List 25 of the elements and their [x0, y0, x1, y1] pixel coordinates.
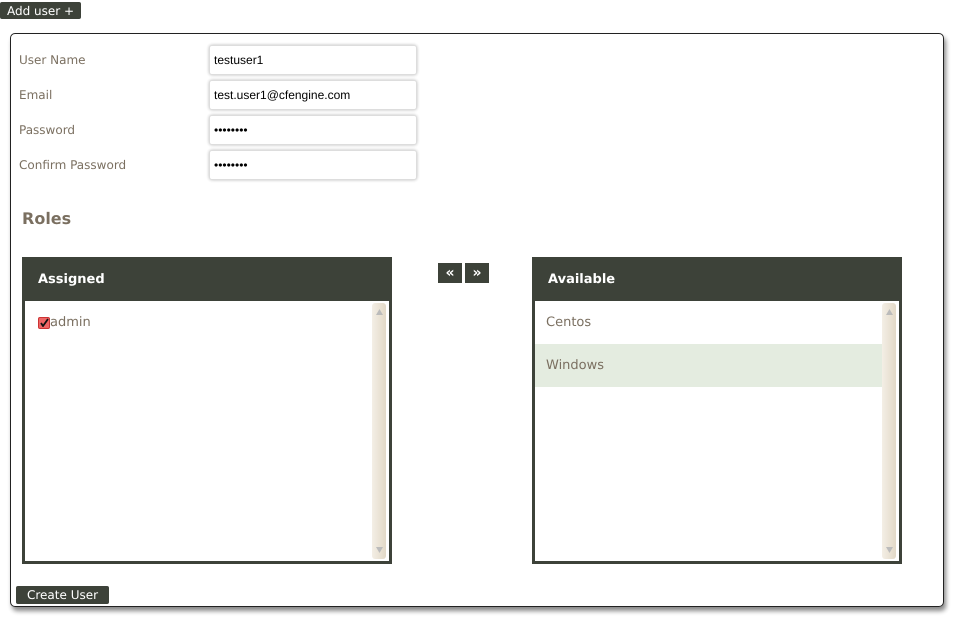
scrollbar[interactable]: [882, 303, 896, 559]
role-item[interactable]: Centos: [535, 301, 882, 344]
scroll-down-icon[interactable]: [886, 547, 892, 553]
add-user-button[interactable]: Add user +: [0, 2, 82, 19]
scroll-up-icon[interactable]: [886, 309, 892, 315]
input-field[interactable]: ••••••••: [209, 114, 417, 144]
field-label: Confirm Password: [19, 158, 128, 172]
section-title: Roles: [22, 209, 72, 229]
field-label: User Name: [19, 52, 87, 66]
role-label: admin: [50, 315, 91, 330]
checkbox[interactable]: [38, 316, 50, 328]
input-field[interactable]: test.user1@cfengine.com: [209, 80, 417, 110]
input-field[interactable]: testuser1: [209, 44, 417, 74]
field-label: Email: [19, 88, 54, 102]
move-button[interactable]: «: [438, 263, 462, 283]
scroll-down-icon[interactable]: [376, 547, 382, 553]
panel-title: Assigned: [37, 270, 106, 288]
role-item[interactable]: Windows: [535, 344, 882, 387]
panel-title: Available: [547, 270, 616, 288]
move-button[interactable]: »: [465, 263, 489, 283]
scrollbar[interactable]: [372, 303, 386, 559]
scroll-up-icon[interactable]: [376, 309, 382, 315]
input-field[interactable]: ••••••••: [209, 150, 417, 180]
field-label: Password: [19, 122, 76, 136]
create-user-button[interactable]: Create User: [16, 586, 110, 604]
